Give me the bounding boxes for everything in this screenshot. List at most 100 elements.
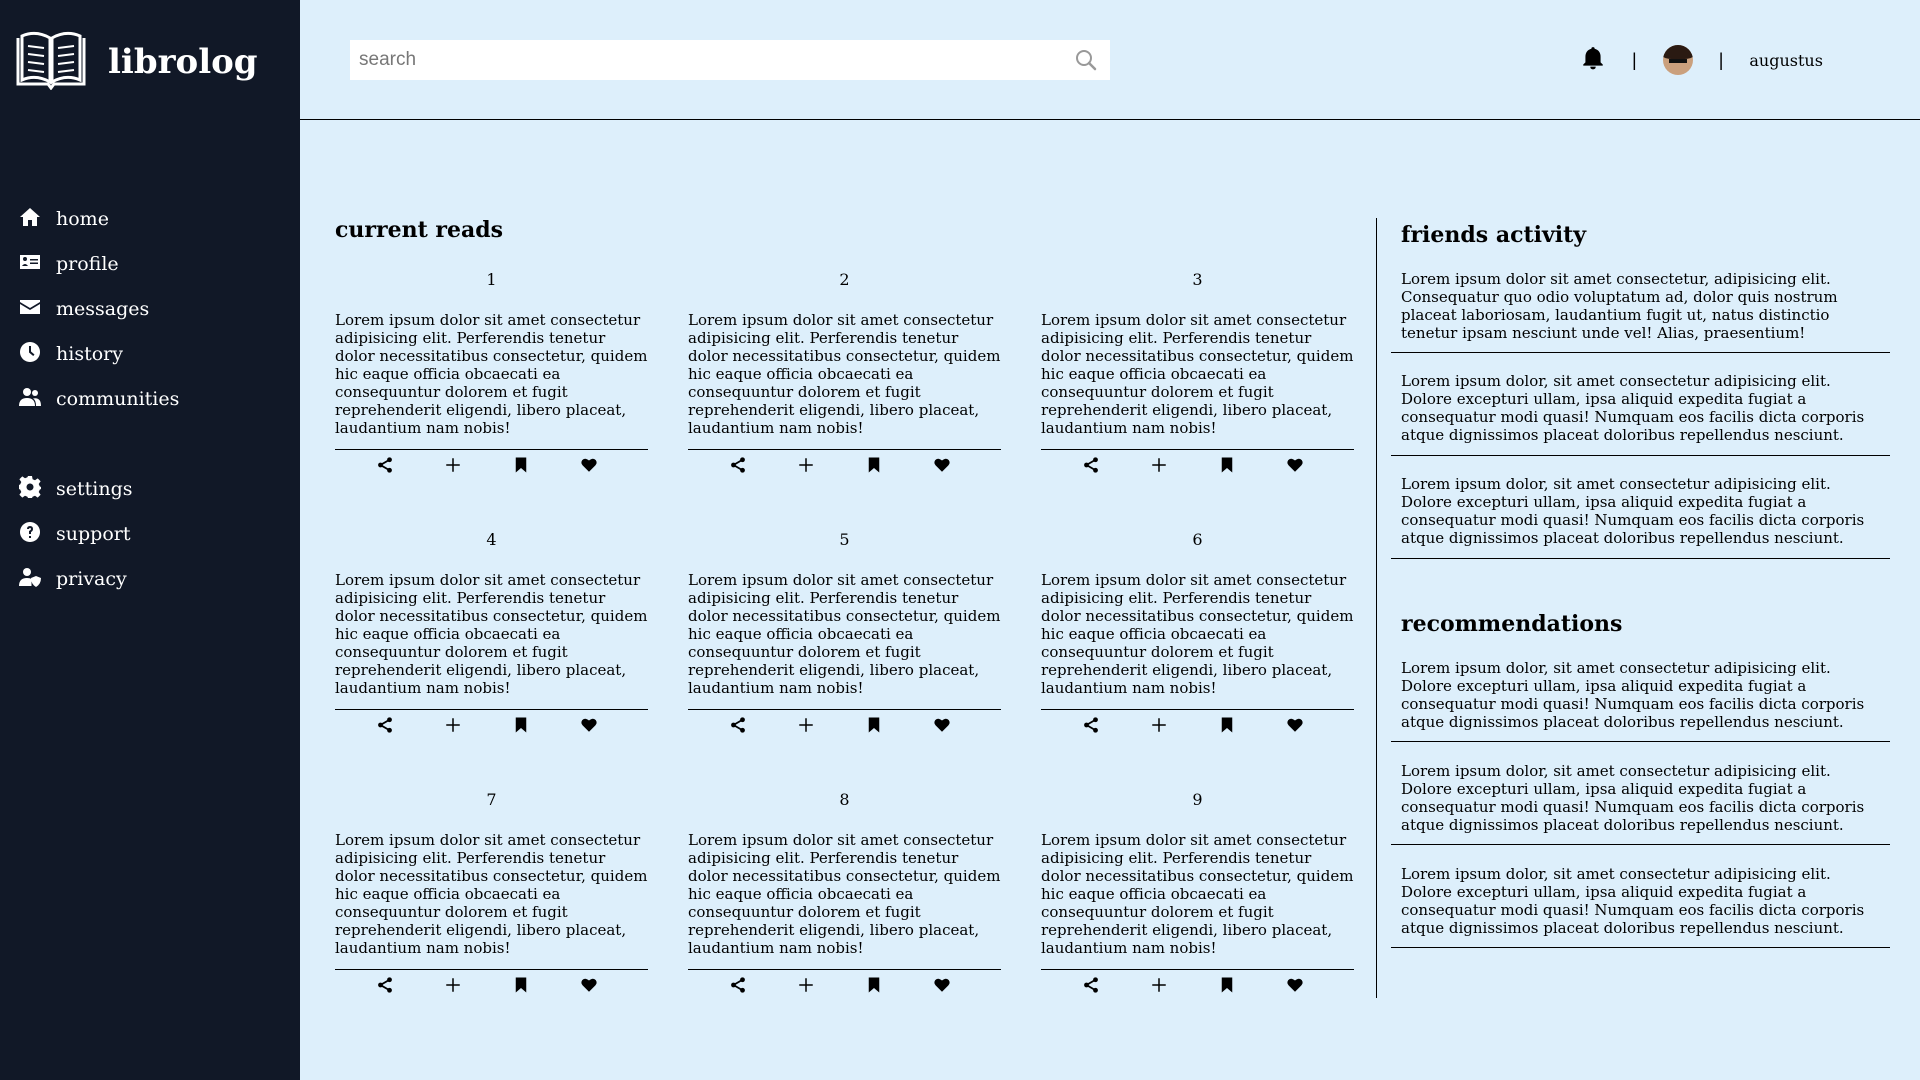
sidebar-item-label: profile (56, 252, 119, 275)
heart-icon[interactable] (578, 714, 600, 736)
plus-icon[interactable] (442, 714, 464, 736)
book-card[interactable]: 9 Lorem ipsum dolor sit amet consectetur … (1041, 790, 1354, 1030)
plus-icon[interactable] (1148, 974, 1170, 996)
card-actions (1041, 454, 1354, 478)
plus-icon[interactable] (442, 974, 464, 996)
avatar-hair (1662, 45, 1693, 59)
recommendation-item[interactable]: Lorem ipsum dolor, sit amet consectetur … (1391, 865, 1890, 948)
friends-activity-item[interactable]: Lorem ipsum dolor, sit amet consectetur … (1391, 475, 1890, 559)
card-text: Lorem ipsum dolor sit amet consectetur a… (688, 571, 1001, 697)
sidebar-item-privacy[interactable]: privacy (18, 556, 133, 601)
header-divider: | (1632, 49, 1637, 70)
share-icon[interactable] (727, 454, 749, 476)
bookmark-icon[interactable] (1216, 974, 1238, 996)
brand[interactable]: librolog (14, 30, 258, 94)
user-shield-icon (18, 565, 42, 593)
sidebar-item-label: settings (56, 477, 133, 500)
users-icon (18, 385, 42, 413)
book-card[interactable]: 2 Lorem ipsum dolor sit amet consectetur … (688, 270, 1001, 510)
heart-icon[interactable] (1284, 714, 1306, 736)
heart-icon[interactable] (578, 974, 600, 996)
recommendation-item[interactable]: Lorem ipsum dolor, sit amet consectetur … (1391, 659, 1890, 742)
card-divider (335, 449, 648, 450)
card-actions (688, 714, 1001, 738)
username[interactable]: augustus (1749, 51, 1823, 70)
plus-icon[interactable] (795, 714, 817, 736)
card-actions (335, 974, 648, 998)
card-number: 7 (486, 790, 497, 809)
card-number: 2 (839, 270, 850, 289)
book-card[interactable]: 4 Lorem ipsum dolor sit amet consectetur … (335, 530, 648, 770)
search-icon[interactable] (1074, 48, 1098, 72)
plus-icon[interactable] (1148, 714, 1170, 736)
book-card[interactable]: 1 Lorem ipsum dolor sit amet consectetur … (335, 270, 648, 510)
recommendation-item[interactable]: Lorem ipsum dolor, sit amet consectetur … (1391, 762, 1890, 845)
card-divider (688, 709, 1001, 710)
card-actions (688, 454, 1001, 478)
sidebar-item-messages[interactable]: messages (18, 286, 179, 331)
card-actions (335, 714, 648, 738)
card-number: 6 (1192, 530, 1203, 549)
book-card[interactable]: 7 Lorem ipsum dolor sit amet consectetur … (335, 790, 648, 1030)
bookmark-icon[interactable] (1216, 714, 1238, 736)
sidebar-item-history[interactable]: history (18, 331, 179, 376)
plus-icon[interactable] (795, 454, 817, 476)
card-number: 9 (1192, 790, 1203, 809)
heart-icon[interactable] (931, 454, 953, 476)
share-icon[interactable] (727, 714, 749, 736)
sidebar-item-communities[interactable]: communities (18, 376, 179, 421)
heart-icon[interactable] (578, 454, 600, 476)
sidebar-item-label: support (56, 522, 131, 545)
card-text: Lorem ipsum dolor sit amet consectetur a… (335, 571, 648, 697)
sidebar-item-settings[interactable]: settings (18, 466, 133, 511)
card-text: Lorem ipsum dolor sit amet consectetur a… (1041, 311, 1354, 437)
share-icon[interactable] (1080, 454, 1102, 476)
card-number: 8 (839, 790, 850, 809)
sidebar-item-profile[interactable]: profile (18, 241, 179, 286)
book-card[interactable]: 5 Lorem ipsum dolor sit amet consectetur … (688, 530, 1001, 770)
gear-icon (18, 475, 42, 503)
book-card[interactable]: 3 Lorem ipsum dolor sit amet consectetur … (1041, 270, 1354, 510)
friends-activity-item[interactable]: Lorem ipsum dolor, sit amet consectetur … (1391, 372, 1890, 456)
card-text: Lorem ipsum dolor sit amet consectetur a… (1041, 571, 1354, 697)
bookmark-icon[interactable] (510, 974, 532, 996)
heart-icon[interactable] (1284, 454, 1306, 476)
search-input[interactable] (350, 40, 1074, 80)
sidebar-item-support[interactable]: support (18, 511, 133, 556)
bookmark-icon[interactable] (863, 714, 885, 736)
open-book-icon (14, 30, 88, 94)
card-number: 4 (486, 530, 497, 549)
header-divider: | (1718, 49, 1724, 70)
column-divider (1376, 218, 1377, 998)
book-card[interactable]: 8 Lorem ipsum dolor sit amet consectetur … (688, 790, 1001, 1030)
sidebar-item-label: communities (56, 387, 180, 410)
book-card[interactable]: 6 Lorem ipsum dolor sit amet consectetur … (1041, 530, 1354, 770)
friends-activity-item[interactable]: Lorem ipsum dolor sit amet consectetur, … (1391, 270, 1890, 353)
plus-icon[interactable] (1148, 454, 1170, 476)
share-icon[interactable] (374, 974, 396, 996)
share-icon[interactable] (374, 714, 396, 736)
heart-icon[interactable] (931, 974, 953, 996)
plus-icon[interactable] (442, 454, 464, 476)
bookmark-icon[interactable] (510, 454, 532, 476)
share-icon[interactable] (1080, 974, 1102, 996)
plus-icon[interactable] (795, 974, 817, 996)
share-icon[interactable] (1080, 714, 1102, 736)
bookmark-icon[interactable] (863, 454, 885, 476)
avatar[interactable] (1662, 45, 1693, 75)
share-icon[interactable] (727, 974, 749, 996)
bookmark-icon[interactable] (510, 714, 532, 736)
sidebar: librolog home profile messages history c… (0, 0, 300, 1080)
sidebar-item-home[interactable]: home (18, 196, 179, 241)
card-divider (1041, 709, 1354, 710)
header-user-area: | | augustus (1580, 42, 1823, 78)
share-icon[interactable] (374, 454, 396, 476)
heart-icon[interactable] (931, 714, 953, 736)
card-text: Lorem ipsum dolor sit amet consectetur a… (1041, 831, 1354, 957)
bookmark-icon[interactable] (1216, 454, 1238, 476)
bell-icon[interactable] (1580, 45, 1606, 75)
card-text: Lorem ipsum dolor sit amet consectetur a… (688, 311, 1001, 437)
heart-icon[interactable] (1284, 974, 1306, 996)
bookmark-icon[interactable] (863, 974, 885, 996)
card-divider (335, 969, 648, 970)
